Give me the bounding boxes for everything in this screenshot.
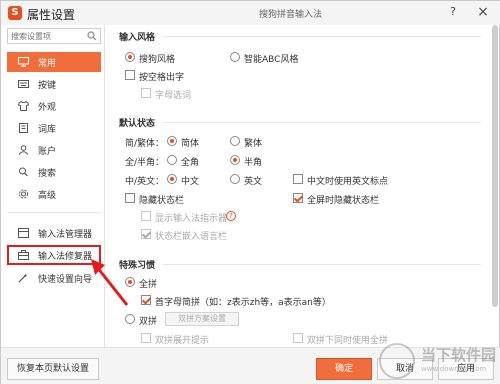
label-hide-statusbar: 隐藏状态栏 bbox=[139, 196, 185, 206]
help-icon[interactable]: ? bbox=[226, 211, 236, 221]
sidebar-item-label: 词库 bbox=[38, 124, 57, 135]
checkbox-double-with-full[interactable] bbox=[293, 333, 303, 343]
sidebar-item-label: 外观 bbox=[38, 102, 57, 113]
radio-abc-style[interactable] bbox=[230, 52, 240, 62]
radio-full-pinyin[interactable] bbox=[125, 277, 135, 287]
label-space-output: 按空格出字 bbox=[139, 73, 185, 83]
toolbox-icon bbox=[17, 249, 29, 261]
radio-simplified[interactable] bbox=[167, 136, 177, 146]
label-simplified-traditional: 简/繁体： bbox=[125, 139, 165, 149]
checkbox-hide-statusbar[interactable] bbox=[125, 193, 135, 203]
radio-chinese[interactable] bbox=[167, 174, 177, 184]
search-input[interactable] bbox=[11, 30, 87, 42]
scroll-thumb[interactable] bbox=[492, 25, 498, 307]
sidebar-item-label: 高级 bbox=[38, 190, 57, 201]
label-letter-select: 字母选词 bbox=[155, 91, 192, 101]
book-icon bbox=[17, 122, 29, 134]
search-icon[interactable] bbox=[87, 31, 97, 41]
radio-sogou-style[interactable] bbox=[125, 52, 135, 62]
sidebar-item-common[interactable]: 常用 bbox=[7, 52, 101, 72]
window-title: 属性设置 bbox=[27, 8, 76, 22]
main-panel: 输入风格 搜狗风格 智能ABC风格 按空格出字 字母选词 默认状态 简/繁体： … bbox=[113, 25, 487, 347]
checkbox-initial-abbrev[interactable] bbox=[141, 295, 151, 305]
label-half-width: 半角 bbox=[244, 158, 263, 168]
help-button[interactable]: ? bbox=[445, 4, 461, 20]
section-title-default-state: 默认状态 bbox=[119, 119, 156, 129]
search-icon bbox=[17, 166, 29, 178]
sidebar-item-label: 账户 bbox=[38, 146, 57, 157]
watermark: 当下软件园 www.downxia.com bbox=[379, 339, 499, 383]
restore-default-button[interactable]: 恢复本页默认设置 bbox=[7, 358, 99, 380]
sidebar-item-account[interactable]: 账户 bbox=[7, 140, 101, 160]
radio-half-width[interactable] bbox=[230, 155, 240, 165]
monitor-icon bbox=[17, 56, 29, 68]
label-simplified: 简体 bbox=[181, 139, 200, 149]
sidebar-item-keys[interactable]: 按键 bbox=[7, 74, 101, 94]
user-icon bbox=[17, 144, 29, 156]
label-full-half-width: 全/半角： bbox=[125, 158, 165, 168]
label-chinese-english: 中/英文： bbox=[125, 177, 165, 187]
checkbox-chinese-english-punct[interactable] bbox=[293, 174, 303, 184]
sidebar-item-label: 常用 bbox=[38, 58, 57, 69]
ok-button[interactable]: 确定 bbox=[316, 358, 372, 380]
label-chinese: 中文 bbox=[181, 177, 200, 187]
watermark-logo-icon bbox=[379, 343, 415, 379]
sidebar-item-appearance[interactable]: 外观 bbox=[7, 96, 101, 116]
sidebar-item-search[interactable]: 搜索 bbox=[7, 162, 101, 182]
sidebar-item-label: 快速设置向导 bbox=[38, 274, 93, 285]
close-button[interactable]: × bbox=[475, 4, 491, 20]
sidebar-search[interactable] bbox=[7, 28, 101, 44]
label-show-indicator: 显示输入法指示器 bbox=[155, 214, 228, 224]
settings-window: S 属性设置 搜狗拼音输入法 ? × 常用 按键 bbox=[0, 0, 500, 384]
title-bar: S 属性设置 搜狗拼音输入法 ? × bbox=[1, 1, 500, 25]
scrollbar[interactable] bbox=[491, 25, 499, 347]
label-full-pinyin: 全拼 bbox=[139, 280, 158, 290]
label-traditional: 繁体 bbox=[244, 139, 263, 149]
sidebar-item-label: 按键 bbox=[38, 80, 57, 91]
checkbox-letter-select[interactable] bbox=[141, 88, 151, 98]
checkbox-embed-language-bar[interactable] bbox=[141, 229, 151, 239]
checkbox-double-expand-hint[interactable] bbox=[141, 333, 151, 343]
label-abc-style: 智能ABC风格 bbox=[244, 55, 299, 65]
label-double-expand-hint: 双拼展开提示 bbox=[155, 336, 210, 346]
sidebar-item-dictionary[interactable]: 词库 bbox=[7, 118, 101, 138]
sidebar-item-ime-manager[interactable]: 输入法管理器 bbox=[7, 223, 101, 243]
section-divider bbox=[163, 122, 481, 123]
label-full-width: 全角 bbox=[181, 158, 200, 168]
sidebar-item-label: 输入法管理器 bbox=[38, 229, 93, 240]
label-double-pinyin: 双拼 bbox=[139, 317, 158, 327]
radio-double-pinyin[interactable] bbox=[125, 314, 135, 324]
sidebar-item-label: 输入法修复器 bbox=[38, 251, 93, 262]
section-title-input-style: 输入风格 bbox=[119, 33, 156, 43]
label-fullscreen-hide-statusbar: 全屏时隐藏状态栏 bbox=[307, 196, 380, 206]
wizard-icon bbox=[17, 272, 29, 284]
section-divider bbox=[163, 36, 481, 37]
label-chinese-english-punct: 中文时使用英文标点 bbox=[307, 177, 389, 187]
radio-traditional[interactable] bbox=[230, 136, 240, 146]
sidebar-divider bbox=[7, 212, 101, 213]
checkbox-space-output[interactable] bbox=[125, 70, 135, 80]
section-divider bbox=[163, 264, 481, 265]
sidebar-item-advanced[interactable]: 高级 bbox=[7, 184, 101, 204]
sogou-logo-icon: S bbox=[8, 6, 22, 20]
checkbox-fullscreen-hide-statusbar[interactable] bbox=[293, 193, 303, 203]
label-double-with-full: 双拼下同时使用全拼 bbox=[307, 336, 389, 346]
section-title-special-habits: 特殊习惯 bbox=[119, 261, 156, 271]
double-scheme-button[interactable]: 双拼方案设置 bbox=[165, 312, 239, 326]
checkbox-show-indicator[interactable] bbox=[141, 211, 151, 221]
label-initial-abbrev: 首字母简拼（如：z表示zh等，a表示an等） bbox=[155, 298, 331, 308]
radio-english[interactable] bbox=[230, 174, 240, 184]
watermark-url: www.downxia.com bbox=[421, 365, 487, 373]
sidebar-item-label: 搜索 bbox=[38, 168, 57, 179]
label-english: 英文 bbox=[244, 177, 263, 187]
watermark-text: 当下软件园 bbox=[421, 346, 497, 364]
label-embed-language-bar: 状态栏嵌入语言栏 bbox=[155, 232, 228, 242]
product-name: 搜狗拼音输入法 bbox=[259, 10, 323, 20]
label-sogou-style: 搜狗风格 bbox=[139, 55, 176, 65]
shirt-icon bbox=[17, 100, 29, 112]
gear-icon bbox=[17, 188, 29, 200]
radio-full-width[interactable] bbox=[167, 155, 177, 165]
manager-icon bbox=[17, 227, 29, 239]
keyboard-icon bbox=[17, 78, 29, 90]
